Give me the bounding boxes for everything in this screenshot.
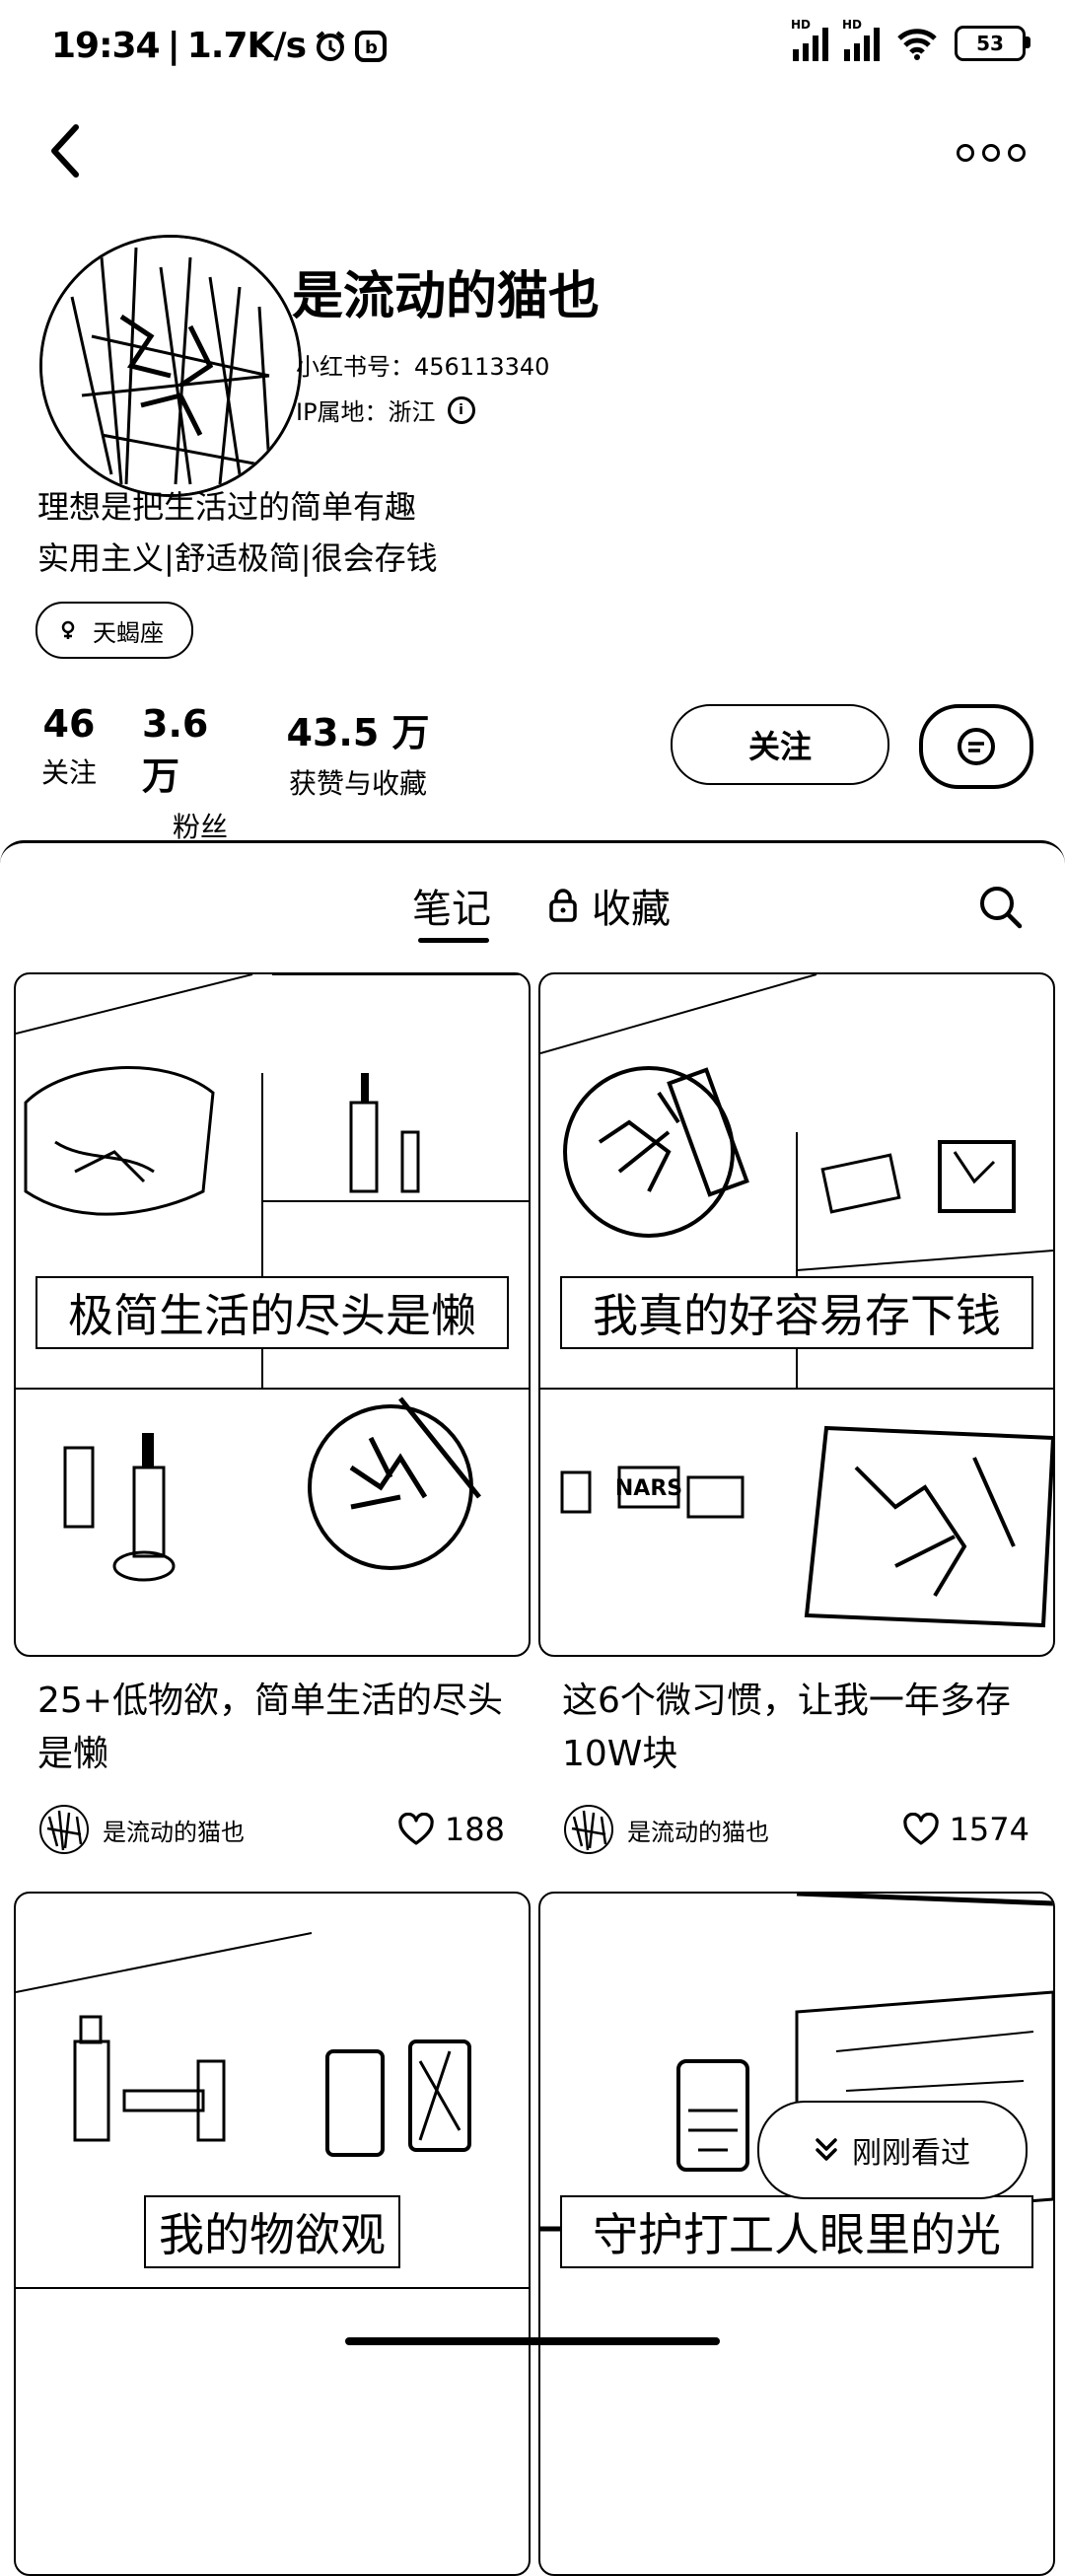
profile-avatar[interactable] — [39, 235, 302, 497]
alarm-icon — [316, 30, 345, 61]
svg-text:NARS: NARS — [615, 1476, 682, 1501]
note-cover-image[interactable]: 极简生活的尽头是懒 — [14, 972, 531, 1657]
status-left: 19:34 | 1.7K/s b — [51, 26, 387, 66]
note-card[interactable]: NARS 我真的好容易存下钱 这6个微习惯，让我一年多存10W块 是流动的猫也 … — [538, 972, 1055, 1854]
cover-caption: 我真的好容易存下钱 — [560, 1276, 1033, 1349]
chevron-left-icon — [51, 124, 79, 178]
profile-stats: 46 关注 3.6 万 粉丝 43.5 万 获赞与收藏 — [36, 702, 432, 845]
note-title: 25+低物欲，简单生活的尽头是懒 — [37, 1681, 503, 1774]
cover-caption: 守护打工人眼里的光 — [560, 2195, 1033, 2268]
tab-bar: 笔记 收藏 — [0, 843, 1065, 962]
tab-notes[interactable]: 笔记 — [412, 877, 491, 934]
note-card[interactable]: 我的物欲观 — [14, 1892, 531, 2576]
author-name: 是流动的猫也 — [627, 1818, 769, 1846]
note-cover-image[interactable]: 守护打工人眼里的光 — [538, 1892, 1055, 2576]
zodiac-label: 天蝎座 — [93, 618, 164, 647]
dot — [1008, 144, 1026, 162]
status-right: HD HD 53 — [791, 18, 1030, 61]
dot — [957, 144, 974, 162]
bio-line: 理想是把生活过的简单有趣 — [37, 488, 417, 526]
profile-bio: 理想是把生活过的简单有趣 实用主义|舒适极简|很会存钱 — [37, 481, 438, 584]
status-bar: 19:34 | 1.7K/s b HD HD 53 — [0, 0, 1065, 99]
search-button[interactable] — [976, 883, 1026, 932]
profile-id: 小红书号：456113340 — [296, 353, 550, 381]
double-chevron-down-icon — [816, 2138, 837, 2161]
bio-line: 实用主义|舒适极简|很会存钱 — [37, 539, 438, 577]
ip-label: IP属地：浙江 — [296, 398, 436, 426]
profile-ip-location: IP属地：浙江 i — [296, 393, 475, 427]
follow-button[interactable]: 关注 — [671, 704, 889, 785]
stat-likes-collections[interactable]: 43.5 万 获赞与收藏 — [284, 702, 432, 845]
like-count: 1574 — [949, 1811, 1030, 1848]
stat-followers[interactable]: 3.6 万 粉丝 — [142, 702, 258, 845]
zodiac-tag: 天蝎座 — [36, 602, 193, 659]
like-button[interactable]: 1574 — [902, 1811, 1030, 1848]
author-avatar — [564, 1805, 613, 1854]
lock-icon — [549, 889, 577, 922]
signal-icon: HD — [791, 18, 828, 61]
profile-name: 是流动的猫也 — [292, 267, 601, 326]
like-button[interactable]: 188 — [397, 1811, 505, 1848]
back-button[interactable] — [36, 116, 95, 185]
active-tab-indicator — [418, 938, 489, 943]
author-avatar — [39, 1805, 89, 1854]
like-count: 188 — [444, 1811, 505, 1848]
heart-icon — [902, 1813, 939, 1845]
tab-collections[interactable]: 收藏 — [548, 877, 671, 934]
more-options-button[interactable] — [957, 128, 1026, 178]
home-indicator[interactable] — [345, 2337, 720, 2345]
note-footer: 是流动的猫也 1574 — [564, 1805, 1030, 1854]
search-icon — [980, 887, 1023, 929]
note-cover-image[interactable]: 我的物欲观 — [14, 1892, 531, 2576]
wifi-icon — [897, 29, 937, 60]
recently-viewed-button[interactable]: 刚刚看过 — [757, 2101, 1028, 2199]
zodiac-icon — [61, 620, 75, 639]
info-icon[interactable]: i — [447, 395, 475, 424]
svg-text:b: b — [365, 37, 378, 58]
chat-icon — [958, 728, 995, 765]
note-footer: 是流动的猫也 188 — [39, 1805, 505, 1854]
app-notification-icon: b — [355, 30, 387, 62]
note-author[interactable]: 是流动的猫也 — [39, 1805, 245, 1854]
signal-icon-2: HD — [842, 18, 880, 61]
dot — [982, 144, 1000, 162]
network-speed: 1.7K/s — [186, 26, 307, 66]
tab-collections-label: 收藏 — [592, 887, 671, 932]
status-time: 19:34 — [51, 26, 161, 66]
note-title: 这6个微习惯，让我一年多存10W块 — [562, 1681, 1011, 1774]
note-cover-image[interactable]: NARS 我真的好容易存下钱 — [538, 972, 1055, 1657]
cover-caption: 极简生活的尽头是懒 — [36, 1276, 509, 1349]
note-card[interactable]: 守护打工人眼里的光 — [538, 1892, 1055, 2576]
recently-viewed-label: 刚刚看过 — [852, 2136, 970, 2171]
author-name: 是流动的猫也 — [103, 1818, 245, 1846]
message-button[interactable] — [919, 704, 1033, 789]
battery-icon: 53 — [955, 26, 1030, 61]
nav-bar — [0, 99, 1065, 207]
note-author[interactable]: 是流动的猫也 — [564, 1805, 769, 1854]
note-card[interactable]: 极简生活的尽头是懒 25+低物欲，简单生活的尽头是懒 是流动的猫也 188 — [14, 972, 531, 1854]
stat-following[interactable]: 46 关注 — [36, 702, 103, 845]
cover-caption: 我的物欲观 — [144, 2195, 400, 2268]
heart-icon — [398, 1813, 434, 1845]
